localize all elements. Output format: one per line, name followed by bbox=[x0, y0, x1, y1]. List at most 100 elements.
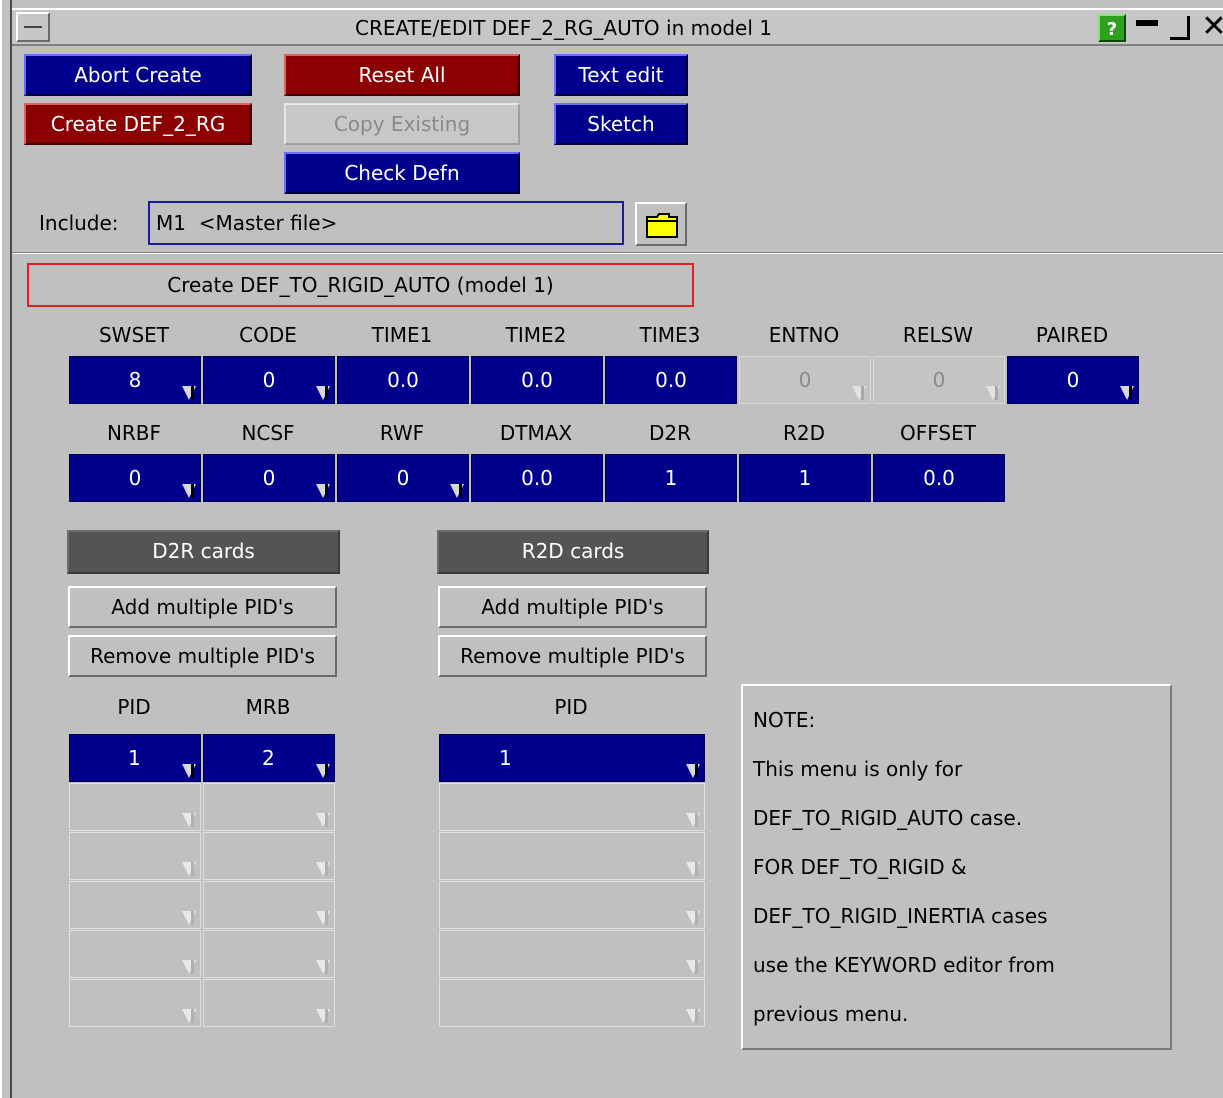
sketch-button[interactable]: Sketch bbox=[554, 103, 688, 145]
time1-field[interactable]: 0.0 bbox=[337, 356, 469, 404]
d2r-mrb-cell[interactable]: 2 bbox=[203, 734, 335, 782]
dropdown-arrow-icon[interactable] bbox=[316, 911, 330, 925]
header-dtmax: DTMAX bbox=[499, 421, 573, 445]
dropdown-arrow-icon[interactable] bbox=[450, 484, 464, 498]
dropdown-arrow-icon[interactable] bbox=[182, 862, 196, 876]
help-icon[interactable]: ? bbox=[1098, 14, 1126, 42]
d2r-field[interactable]: 1 bbox=[605, 454, 737, 502]
d2r-mrb-cell-empty[interactable] bbox=[203, 930, 335, 978]
dropdown-arrow-icon[interactable] bbox=[686, 1009, 700, 1023]
dropdown-arrow-icon[interactable] bbox=[316, 813, 330, 827]
include-label: Include: bbox=[39, 211, 119, 235]
dropdown-arrow-icon[interactable] bbox=[316, 1009, 330, 1023]
r2d-pid-cell-empty[interactable] bbox=[439, 979, 705, 1027]
r2d-add-pids-button[interactable]: Add multiple PID's bbox=[438, 586, 707, 628]
create-button[interactable]: Create DEF_2_RG bbox=[24, 103, 252, 145]
dropdown-arrow-icon[interactable] bbox=[182, 764, 196, 778]
d2r-col-pid: PID bbox=[117, 695, 151, 719]
dropdown-arrow-icon[interactable] bbox=[686, 813, 700, 827]
d2r-mrb-cell-empty[interactable] bbox=[203, 979, 335, 1027]
d2r-pid-cell[interactable]: 1 bbox=[69, 734, 201, 782]
text-edit-button[interactable]: Text edit bbox=[554, 54, 688, 96]
dropdown-arrow-icon[interactable] bbox=[182, 813, 196, 827]
relsw-field[interactable]: 0 bbox=[873, 356, 1005, 404]
dropdown-arrow-icon[interactable] bbox=[316, 484, 330, 498]
close-icon[interactable]: ✕ bbox=[1196, 10, 1223, 44]
dropdown-arrow-icon[interactable] bbox=[316, 386, 330, 400]
entno-value: 0 bbox=[798, 368, 812, 392]
relsw-value: 0 bbox=[932, 368, 946, 392]
abort-create-button[interactable]: Abort Create bbox=[24, 54, 252, 96]
d2r-remove-pids-button[interactable]: Remove multiple PID's bbox=[68, 635, 337, 677]
r2d-pid-cell-empty[interactable] bbox=[439, 783, 705, 831]
r2d-pid-value: 1 bbox=[499, 746, 512, 770]
time2-field[interactable]: 0.0 bbox=[471, 356, 603, 404]
include-field[interactable]: M1 <Master file> bbox=[148, 201, 624, 245]
folder-button[interactable] bbox=[635, 202, 687, 246]
header-nrbf: NRBF bbox=[106, 421, 162, 445]
header-code: CODE bbox=[239, 323, 297, 347]
dialog-window: CREATE/EDIT DEF_2_RG_AUTO in model 1 ? ✕… bbox=[0, 0, 1223, 1098]
r2d-field[interactable]: 1 bbox=[739, 454, 871, 502]
window-edge bbox=[10, 0, 12, 1098]
r2d-pid-cell-empty[interactable] bbox=[439, 881, 705, 929]
dropdown-arrow-icon[interactable] bbox=[182, 960, 196, 974]
separator bbox=[12, 252, 1223, 254]
ncsf-value: 0 bbox=[262, 466, 276, 490]
r2d-pid-cell-empty[interactable] bbox=[439, 930, 705, 978]
d2r-mrb-cell-empty[interactable] bbox=[203, 783, 335, 831]
d2r-mrb-cell-empty[interactable] bbox=[203, 881, 335, 929]
nrbf-field[interactable]: 0 bbox=[69, 454, 201, 502]
ncsf-field[interactable]: 0 bbox=[203, 454, 335, 502]
d2r-pid-cell-empty[interactable] bbox=[69, 930, 201, 978]
swset-field[interactable]: 8 bbox=[69, 356, 201, 404]
minimize-icon[interactable] bbox=[1132, 12, 1162, 44]
note-line: NOTE: bbox=[753, 708, 816, 732]
d2r-pid-cell-empty[interactable] bbox=[69, 881, 201, 929]
time3-field[interactable]: 0.0 bbox=[605, 356, 737, 404]
title-bar[interactable]: CREATE/EDIT DEF_2_RG_AUTO in model 1 ? ✕ bbox=[12, 8, 1223, 46]
note-line: DEF_TO_RIGID_AUTO case. bbox=[753, 806, 1023, 830]
r2d-value: 1 bbox=[798, 466, 812, 490]
dropdown-arrow-icon[interactable] bbox=[852, 386, 866, 400]
dropdown-arrow-icon[interactable] bbox=[686, 960, 700, 974]
dropdown-arrow-icon[interactable] bbox=[182, 484, 196, 498]
reset-all-button[interactable]: Reset All bbox=[284, 54, 520, 96]
paired-value: 0 bbox=[1066, 368, 1080, 392]
offset-field[interactable]: 0.0 bbox=[873, 454, 1005, 502]
code-field[interactable]: 0 bbox=[203, 356, 335, 404]
window-title: CREATE/EDIT DEF_2_RG_AUTO in model 1 bbox=[355, 16, 772, 40]
dropdown-arrow-icon[interactable] bbox=[182, 911, 196, 925]
d2r-add-pids-button[interactable]: Add multiple PID's bbox=[68, 586, 337, 628]
dtmax-field[interactable]: 0.0 bbox=[471, 454, 603, 502]
menu-icon[interactable] bbox=[16, 12, 50, 42]
r2d-remove-pids-button[interactable]: Remove multiple PID's bbox=[438, 635, 707, 677]
entno-field[interactable]: 0 bbox=[739, 356, 871, 404]
header-offset: OFFSET bbox=[900, 421, 976, 445]
copy-existing-button[interactable]: Copy Existing bbox=[284, 103, 520, 145]
d2r-pid-cell-empty[interactable] bbox=[69, 783, 201, 831]
dropdown-arrow-icon[interactable] bbox=[182, 1009, 196, 1023]
r2d-pid-cell[interactable]: 1 bbox=[439, 734, 705, 782]
r2d-pid-cell-empty[interactable] bbox=[439, 832, 705, 880]
maximize-icon[interactable] bbox=[1164, 12, 1194, 44]
d2r-pid-cell-empty[interactable] bbox=[69, 979, 201, 1027]
note-line: use the KEYWORD editor from bbox=[753, 953, 1055, 977]
dropdown-arrow-icon[interactable] bbox=[686, 862, 700, 876]
dropdown-arrow-icon[interactable] bbox=[986, 386, 1000, 400]
dropdown-arrow-icon[interactable] bbox=[316, 960, 330, 974]
dropdown-arrow-icon[interactable] bbox=[316, 764, 330, 778]
check-defn-button[interactable]: Check Defn bbox=[284, 152, 520, 194]
d2r-pid-cell-empty[interactable] bbox=[69, 832, 201, 880]
dropdown-arrow-icon[interactable] bbox=[686, 764, 700, 778]
note-line: This menu is only for bbox=[753, 757, 963, 781]
paired-field[interactable]: 0 bbox=[1007, 356, 1139, 404]
rwf-field[interactable]: 0 bbox=[337, 454, 469, 502]
header-relsw: RELSW bbox=[902, 323, 974, 347]
dropdown-arrow-icon[interactable] bbox=[686, 911, 700, 925]
header-time2: TIME2 bbox=[505, 323, 567, 347]
dropdown-arrow-icon[interactable] bbox=[316, 862, 330, 876]
d2r-mrb-cell-empty[interactable] bbox=[203, 832, 335, 880]
dropdown-arrow-icon[interactable] bbox=[182, 386, 196, 400]
dropdown-arrow-icon[interactable] bbox=[1120, 386, 1134, 400]
